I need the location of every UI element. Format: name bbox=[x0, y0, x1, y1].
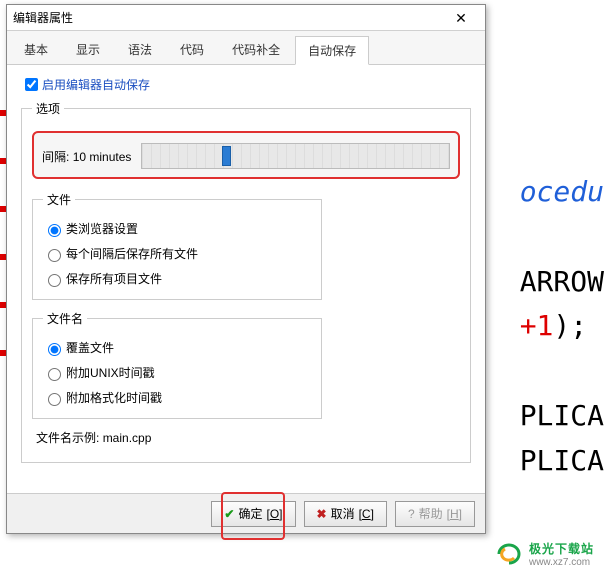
help-icon: ? bbox=[408, 507, 415, 521]
radio-label: 附加UNIX时间戳 bbox=[66, 364, 155, 381]
help-label: 帮助 bbox=[419, 505, 443, 522]
tab-code[interactable]: 代码 bbox=[167, 35, 217, 64]
dialog-button-row: ✔ 确定 [O] ✖ 取消 [C] ? 帮助 [H] bbox=[7, 493, 485, 533]
file-option-browser[interactable]: 类浏览器设置 bbox=[43, 216, 311, 241]
radio-input[interactable] bbox=[48, 274, 61, 287]
ok-button[interactable]: ✔ 确定 [O] bbox=[211, 501, 295, 527]
editor-properties-dialog: 编辑器属性 ✕ 基本 显示 语法 代码 代码补全 自动保存 启用编辑器自动保存 … bbox=[6, 4, 486, 534]
tab-display[interactable]: 显示 bbox=[63, 35, 113, 64]
code-text: +1 bbox=[520, 309, 554, 342]
close-button[interactable]: ✕ bbox=[443, 7, 479, 29]
code-text: ); bbox=[553, 309, 587, 342]
radio-label: 保存所有项目文件 bbox=[66, 270, 162, 287]
enable-autosave-input[interactable] bbox=[25, 78, 38, 91]
filename-example: 文件名示例: main.cpp bbox=[36, 429, 456, 446]
slider-thumb[interactable] bbox=[222, 146, 231, 166]
close-icon: ✕ bbox=[455, 10, 467, 26]
help-button[interactable]: ? 帮助 [H] bbox=[395, 501, 475, 527]
enable-autosave-label: 启用编辑器自动保存 bbox=[42, 76, 150, 93]
help-hotkey: [H] bbox=[447, 507, 462, 521]
check-icon: ✔ bbox=[224, 507, 234, 521]
tab-autosave[interactable]: 自动保存 bbox=[295, 36, 369, 65]
radio-input[interactable] bbox=[48, 393, 61, 406]
options-fieldset: 选项 间隔: 10 minutes 文件 类浏览器设置 每个间隔后 bbox=[21, 100, 471, 463]
file-fieldset: 文件 类浏览器设置 每个间隔后保存所有文件 保存所有项目文件 bbox=[32, 191, 322, 300]
radio-label: 覆盖文件 bbox=[66, 339, 114, 356]
radio-input[interactable] bbox=[48, 343, 61, 356]
dialog-title: 编辑器属性 bbox=[13, 9, 73, 26]
interval-highlight-box: 间隔: 10 minutes bbox=[32, 131, 460, 179]
filename-option-overwrite[interactable]: 覆盖文件 bbox=[43, 335, 311, 360]
radio-input[interactable] bbox=[48, 249, 61, 262]
radio-input[interactable] bbox=[48, 224, 61, 237]
file-option-saveall-interval[interactable]: 每个间隔后保存所有文件 bbox=[43, 241, 311, 266]
options-legend: 选项 bbox=[32, 100, 64, 117]
tab-bar: 基本 显示 语法 代码 代码补全 自动保存 bbox=[7, 31, 485, 65]
filename-option-formatted-ts[interactable]: 附加格式化时间戳 bbox=[43, 385, 311, 410]
radio-label: 每个间隔后保存所有文件 bbox=[66, 245, 198, 262]
cancel-button[interactable]: ✖ 取消 [C] bbox=[304, 501, 387, 527]
filename-legend: 文件名 bbox=[43, 310, 87, 327]
code-text: PLICA bbox=[520, 399, 604, 432]
filename-option-unix-ts[interactable]: 附加UNIX时间戳 bbox=[43, 360, 311, 385]
watermark-text: 极光下载站 www.xz7.com bbox=[529, 540, 594, 568]
radio-input[interactable] bbox=[48, 368, 61, 381]
watermark-cn: 极光下载站 bbox=[529, 540, 594, 557]
radio-label: 类浏览器设置 bbox=[66, 220, 138, 237]
watermark-logo-icon bbox=[497, 543, 523, 565]
file-legend: 文件 bbox=[43, 191, 75, 208]
tab-content-autosave: 启用编辑器自动保存 选项 间隔: 10 minutes 文件 类浏览器设置 bbox=[7, 65, 485, 493]
ok-hotkey: [O] bbox=[266, 507, 282, 521]
cancel-hotkey: [C] bbox=[359, 507, 374, 521]
watermark: 极光下载站 www.xz7.com bbox=[497, 540, 594, 568]
watermark-en: www.xz7.com bbox=[529, 557, 594, 568]
background-code-editor: ocedu ARROW +1); PLICA PLICA bbox=[520, 0, 604, 484]
tab-basic[interactable]: 基本 bbox=[11, 35, 61, 64]
dialog-titlebar[interactable]: 编辑器属性 ✕ bbox=[7, 5, 485, 31]
x-icon: ✖ bbox=[317, 507, 327, 521]
cancel-label: 取消 bbox=[331, 505, 355, 522]
tab-syntax[interactable]: 语法 bbox=[115, 35, 165, 64]
code-text: ARROW bbox=[520, 265, 604, 298]
interval-label: 间隔: 10 minutes bbox=[42, 148, 131, 165]
filename-fieldset: 文件名 覆盖文件 附加UNIX时间戳 附加格式化时间戳 bbox=[32, 310, 322, 419]
tab-completion[interactable]: 代码补全 bbox=[219, 35, 293, 64]
ok-label: 确定 bbox=[238, 505, 262, 522]
radio-label: 附加格式化时间戳 bbox=[66, 389, 162, 406]
enable-autosave-checkbox[interactable]: 启用编辑器自动保存 bbox=[21, 75, 471, 94]
file-option-saveall-project[interactable]: 保存所有项目文件 bbox=[43, 266, 311, 291]
code-text: PLICA bbox=[520, 444, 604, 477]
code-text: ocedu bbox=[520, 175, 604, 208]
interval-slider[interactable] bbox=[141, 143, 450, 169]
